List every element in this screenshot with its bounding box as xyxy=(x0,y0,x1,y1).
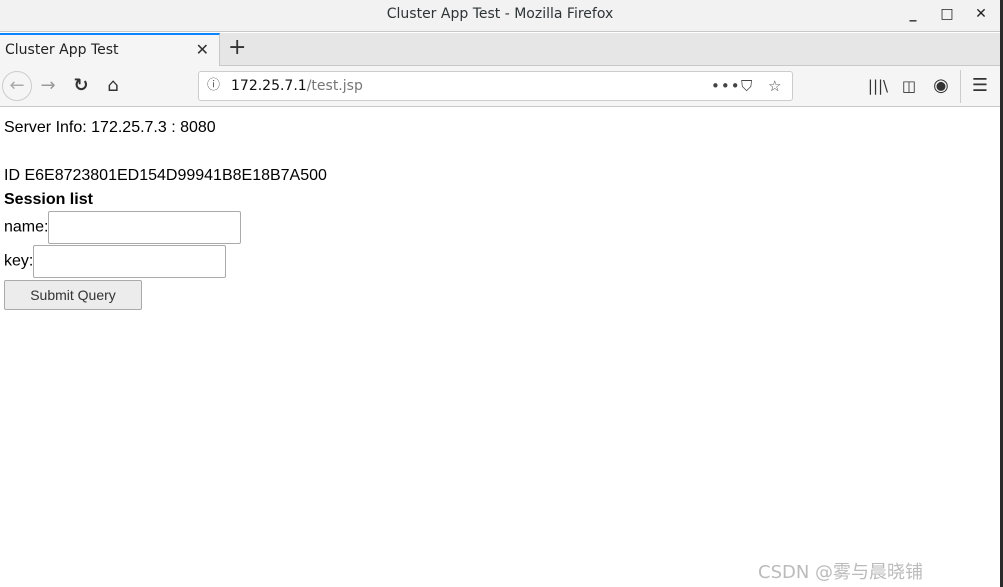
name-input[interactable] xyxy=(48,211,242,244)
toolbar-divider xyxy=(960,70,961,103)
tab-bar: Cluster App Test ✕ + xyxy=(0,33,1000,66)
url-path: /test.jsp xyxy=(306,78,363,94)
forward-icon[interactable]: → xyxy=(36,74,60,98)
reload-icon[interactable]: ↻ xyxy=(69,74,93,98)
menu-icon[interactable]: ☰ xyxy=(968,74,992,98)
watermark: CSDN @雾与晨晓铺 xyxy=(758,562,924,583)
bookmark-star-icon[interactable]: ☆ xyxy=(768,72,781,100)
server-info: Server Info: 172.25.7.3 : 8080 xyxy=(4,119,216,136)
tab-cluster-app-test[interactable]: Cluster App Test ✕ xyxy=(0,33,220,66)
window-title: Cluster App Test - Mozilla Firefox xyxy=(386,6,614,22)
minimize-icon[interactable]: _ xyxy=(898,0,928,28)
name-label: name: xyxy=(4,218,49,236)
pocket-icon[interactable]: ⛉ xyxy=(741,72,752,100)
url-host: 172.25.7.1 xyxy=(231,78,307,94)
session-id: ID E6E8723801ED154D99941B8E18B7A500 xyxy=(4,167,327,184)
page-content: Server Info: 172.25.7.3 : 8080 ID E6E872… xyxy=(4,116,327,310)
nav-bar: ← → ↻ ⌂ ⓘ 172.25.7.1/test.jsp ••• ⛉ ☆ ||… xyxy=(0,66,1000,107)
tab-label: Cluster App Test xyxy=(5,42,119,58)
key-input[interactable] xyxy=(33,245,227,278)
site-info-icon[interactable]: ⓘ xyxy=(207,72,220,100)
account-icon[interactable]: ◉ xyxy=(929,74,953,98)
window-titlebar: Cluster App Test - Mozilla Firefox _ □ ✕ xyxy=(0,0,1000,32)
page-actions-icon[interactable]: ••• xyxy=(711,72,741,100)
back-icon[interactable]: ← xyxy=(2,71,32,101)
close-window-icon[interactable]: ✕ xyxy=(966,0,996,28)
url-bar[interactable]: ⓘ 172.25.7.1/test.jsp ••• ⛉ ☆ xyxy=(198,71,793,101)
maximize-icon[interactable]: □ xyxy=(932,0,962,28)
new-tab-icon[interactable]: + xyxy=(228,33,246,63)
session-list-heading: Session list xyxy=(4,191,93,208)
close-tab-icon[interactable]: ✕ xyxy=(196,35,209,65)
submit-query-button[interactable]: Submit Query xyxy=(4,280,142,310)
library-icon[interactable]: |||\ xyxy=(866,74,890,98)
key-label: key: xyxy=(4,252,34,270)
home-icon[interactable]: ⌂ xyxy=(101,74,125,98)
sidebar-icon[interactable]: ◫ xyxy=(897,74,921,98)
